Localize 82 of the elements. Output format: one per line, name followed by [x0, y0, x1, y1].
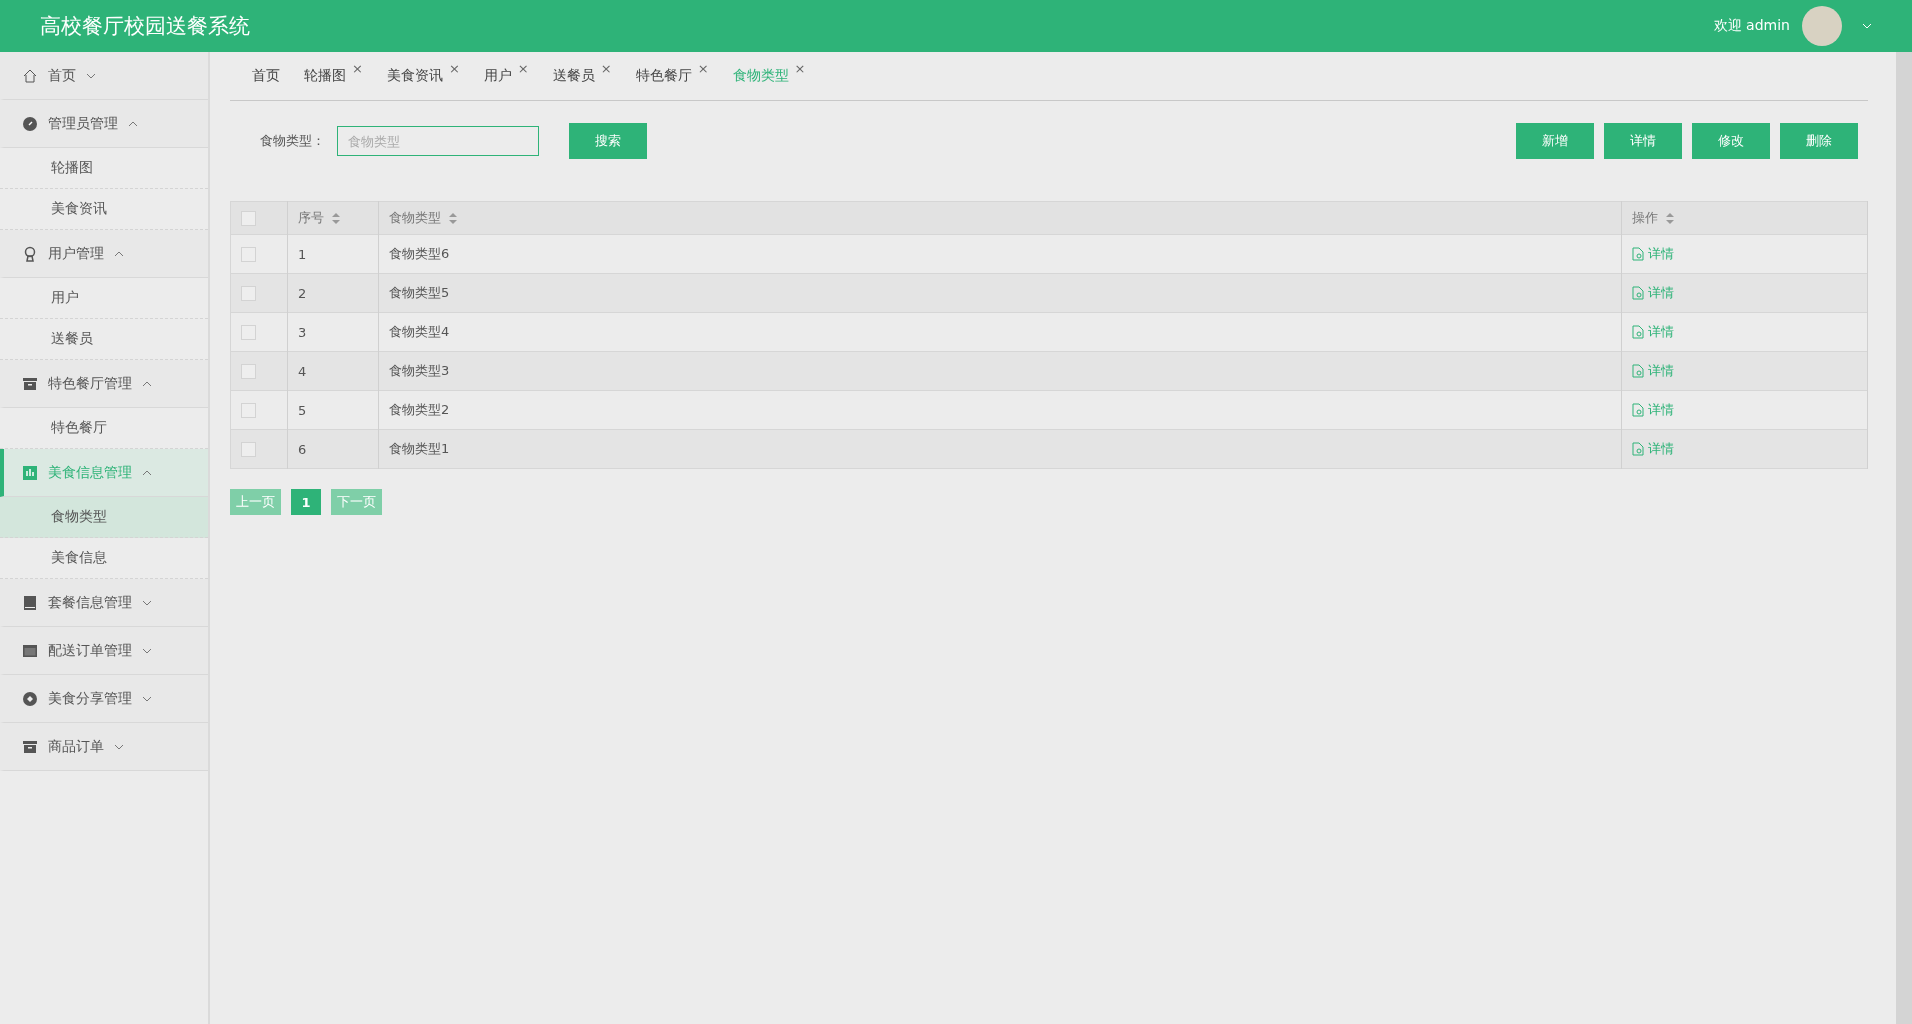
user-icon [22, 245, 38, 262]
table-cell: 食物类型4 [378, 312, 1622, 352]
checkbox[interactable] [241, 211, 256, 226]
table-cell: 1 [287, 234, 379, 274]
caret-icon [142, 599, 152, 606]
tab-label: 轮播图 [304, 67, 346, 85]
disc-icon [22, 690, 38, 707]
table-cell: 食物类型3 [378, 351, 1622, 391]
box-icon [22, 738, 38, 755]
caret-icon [142, 695, 152, 702]
sidebar-subitem[interactable]: 食物类型 [0, 497, 208, 538]
tab[interactable]: 首页 [242, 67, 290, 85]
caret-icon [142, 469, 152, 476]
sidebar-item[interactable]: 用户管理 [0, 230, 208, 278]
tab-label: 食物类型 [732, 67, 789, 85]
caret-icon [86, 72, 96, 79]
home-icon [22, 67, 38, 84]
sidebar-label: 美食分享管理 [48, 689, 132, 708]
sort-icon[interactable] [449, 213, 457, 224]
tab-label: 特色餐厅 [635, 67, 692, 85]
welcome-text: 欢迎 admin [1713, 17, 1790, 35]
checkbox[interactable] [241, 247, 256, 262]
checkbox[interactable] [241, 403, 256, 418]
caret-icon[interactable] [1862, 23, 1872, 29]
tab-label: 送餐员 [552, 67, 595, 85]
search-field[interactable]: 食物类型 [337, 126, 539, 156]
table-cell: 食物类型1 [378, 429, 1622, 469]
sidebar-label: 管理员管理 [48, 114, 118, 133]
sidebar-label: 美食信息管理 [48, 463, 132, 482]
document-icon [1632, 363, 1644, 378]
checkbox[interactable] [241, 442, 256, 457]
sort-icon[interactable] [332, 213, 340, 224]
sidebar-label: 特色餐厅管理 [48, 374, 132, 393]
sidebar-item[interactable]: 首页 [0, 52, 208, 100]
sidebar-label: 首页 [48, 66, 76, 85]
caret-icon [142, 380, 152, 387]
checkbox[interactable] [241, 325, 256, 340]
header-cell: 操作 [1621, 201, 1868, 235]
table-cell: 4 [287, 351, 379, 391]
sort-icon[interactable] [1666, 213, 1674, 224]
sidebar-label: 套餐信息管理 [48, 593, 132, 612]
header-cell: 食物类型 [378, 201, 1622, 235]
document-icon [1632, 441, 1644, 456]
caret-icon [114, 250, 124, 257]
checkbox[interactable] [241, 286, 256, 301]
tab-label: 用户 [483, 67, 512, 85]
sidebar-item[interactable]: 配送订单管理 [0, 627, 208, 675]
sidebar-item[interactable]: 套餐信息管理 [0, 579, 208, 627]
sidebar-label: 配送订单管理 [48, 641, 132, 660]
document-icon [1632, 246, 1644, 261]
table-cell: 食物类型2 [378, 390, 1622, 430]
tab-label: 美食资讯 [386, 67, 443, 85]
document-icon [1632, 402, 1644, 417]
sidebar-label: 商品订单 [48, 737, 104, 756]
tab-label: 首页 [252, 67, 280, 85]
header-cell: 序号 [287, 201, 379, 235]
table-cell: 2 [287, 273, 379, 313]
sidebar-item[interactable]: 商品订单 [0, 723, 208, 771]
table-cell: 5 [287, 390, 379, 430]
search-label: 食物类型： [260, 132, 325, 150]
chart-icon [22, 464, 38, 481]
table-cell: 食物类型6 [378, 234, 1622, 274]
document-icon [1632, 285, 1644, 300]
drive-icon [22, 594, 38, 611]
caret-icon [142, 647, 152, 654]
box-icon [22, 375, 38, 392]
table-cell: 6 [287, 429, 379, 469]
caret-icon [114, 743, 124, 750]
avatar[interactable] [1802, 6, 1842, 46]
table-cell: 食物类型5 [378, 273, 1622, 313]
scrollbar[interactable] [1896, 52, 1912, 1024]
document-icon [1632, 324, 1644, 339]
sidebar-item[interactable]: 美食分享管理 [0, 675, 208, 723]
compass-icon [22, 115, 38, 132]
sidebar-item[interactable]: 特色餐厅管理 [0, 360, 208, 408]
sidebar-item[interactable]: 管理员管理 [0, 100, 208, 148]
table-cell: 3 [287, 312, 379, 352]
caret-icon [128, 120, 138, 127]
panel-icon [22, 642, 38, 659]
sidebar-label: 用户管理 [48, 244, 104, 263]
checkbox[interactable] [241, 364, 256, 379]
app-title: 高校餐厅校园送餐系统 [40, 13, 251, 40]
